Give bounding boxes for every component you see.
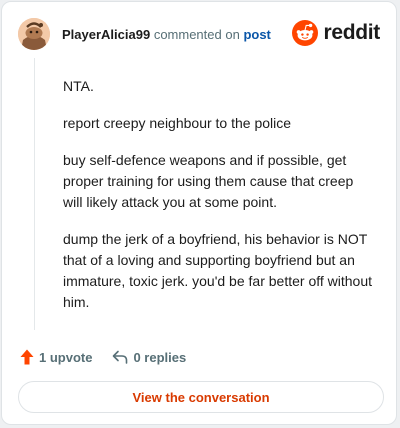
snoo-avatar-icon [18, 18, 50, 50]
byline-action-text: commented on [153, 26, 240, 42]
comment-paragraph: report creepy neighbour to the police [63, 115, 292, 131]
upvote-arrow-icon [20, 349, 34, 365]
reddit-wordmark: reddit [323, 21, 380, 44]
reddit-logo[interactable]: reddit [292, 20, 380, 46]
comment-paragraph: buy self-defence weapons and if possible… [63, 152, 354, 210]
comment-paragraph: dump the jerk of a boyfriend, his behavi… [63, 231, 372, 310]
reddit-snoo-icon [292, 20, 319, 46]
thread-line [34, 58, 35, 330]
upvote-button[interactable]: 1 upvote [20, 349, 92, 365]
view-conversation-button[interactable]: View the conversation [18, 381, 384, 413]
avatar[interactable] [18, 18, 50, 50]
comment-header: PlayerAlicia99 commented on post reddit [18, 18, 380, 50]
reply-count: 0 replies [133, 349, 187, 365]
upvote-count: 1 upvote [39, 349, 93, 365]
username[interactable]: PlayerAlicia99 [62, 27, 150, 42]
comment-embed-card: PlayerAlicia99 commented on post reddit … [1, 1, 397, 425]
byline: PlayerAlicia99 commented on post [62, 27, 271, 42]
comment-body: NTA. report creepy neighbour to the poli… [63, 76, 375, 329]
comment-actions: 1 upvote 0 replies [20, 347, 186, 367]
reply-arrow-icon [113, 350, 128, 364]
replies-button[interactable]: 0 replies [112, 350, 186, 365]
post-link[interactable]: post [243, 27, 270, 42]
comment-paragraph: NTA. [63, 78, 94, 94]
